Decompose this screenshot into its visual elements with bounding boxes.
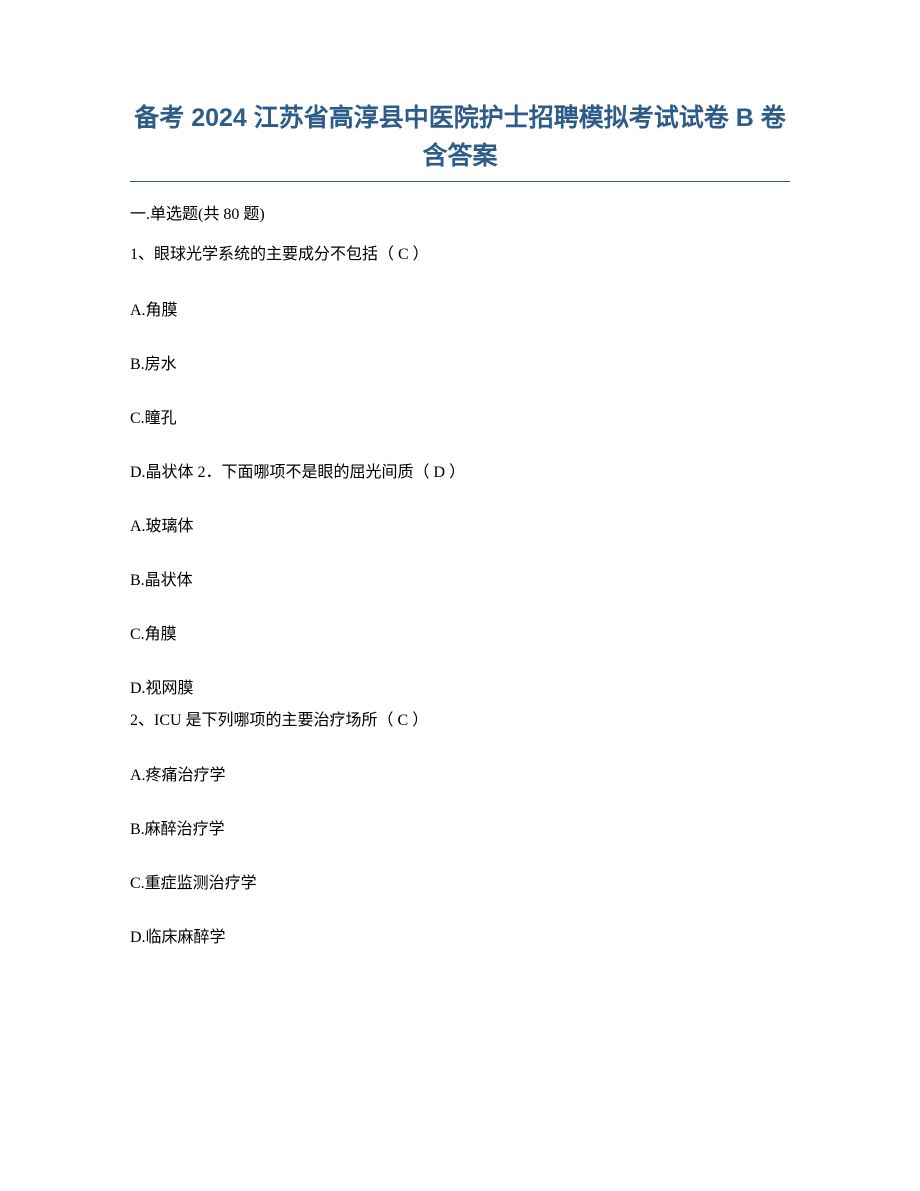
document-page: 备考 2024 江苏省高淳县中医院护士招聘模拟考试试卷 B 卷 含答案 一.单选… [0,0,920,1037]
title-line2: 含答案 [422,142,497,170]
question-1-option-a: A.角膜 [130,296,790,320]
question-1b-option-a: A.玻璃体 [130,512,790,536]
title-line1: 备考 2024 江苏省高淳县中医院护士招聘模拟考试试卷 B 卷 [134,104,785,132]
question-1-option-d: D.晶状体 2．下面哪项不是眼的屈光间质（ D ） [130,458,790,482]
page-title: 备考 2024 江苏省高淳县中医院护士招聘模拟考试试卷 B 卷 含答案 [130,100,790,175]
question-2-option-d: D.临床麻醉学 [130,923,790,947]
question-1-stem: 1、眼球光学系统的主要成分不包括（ C ） [130,242,790,268]
section-header: 一.单选题(共 80 题) [130,200,790,224]
question-2-option-a: A.疼痛治疗学 [130,761,790,785]
question-2-option-b: B.麻醉治疗学 [130,815,790,839]
question-2-option-c: C.重症监测治疗学 [130,869,790,893]
question-1b-option-b: B.晶状体 [130,566,790,590]
question-1-option-c: C.瞳孔 [130,404,790,428]
question-1b-option-d: D.视网膜 [130,674,790,698]
title-underline [130,181,790,182]
question-1b-option-c: C.角膜 [130,620,790,644]
question-2-stem: 2、ICU 是下列哪项的主要治疗场所（ C ） [130,708,790,734]
question-1-option-b: B.房水 [130,350,790,374]
